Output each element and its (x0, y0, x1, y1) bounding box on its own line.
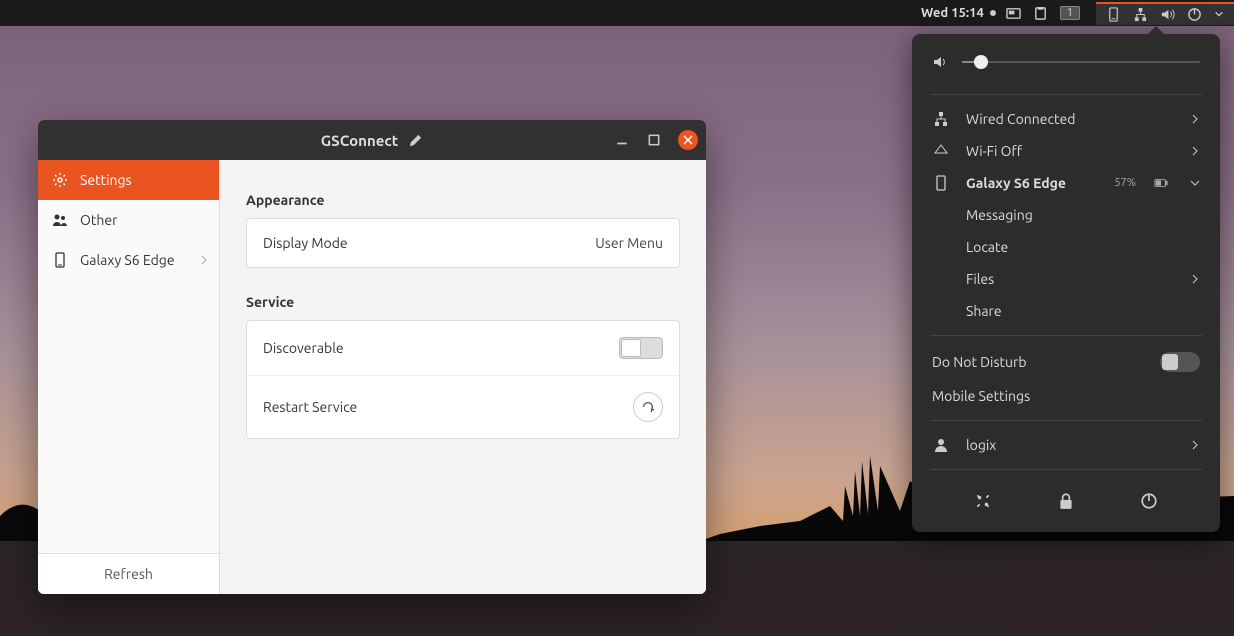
service-heading: Service (246, 294, 680, 310)
minimize-icon (615, 133, 629, 147)
dnd-row: Do Not Disturb (912, 344, 1220, 380)
restart-service-row: Restart Service (247, 375, 679, 438)
sidebar-label: Settings (80, 172, 132, 188)
separator (930, 335, 1202, 336)
volume-slider-row (912, 44, 1220, 86)
dnd-toggle[interactable] (1160, 352, 1200, 372)
wired-label: Wired Connected (966, 111, 1174, 127)
phone-icon (52, 252, 68, 268)
wifi-off-icon (933, 143, 949, 159)
clock-text: Wed 15:14 (921, 6, 984, 20)
discoverable-toggle[interactable] (619, 337, 663, 359)
share-label: Share (966, 303, 1200, 319)
service-card: Discoverable Restart Service (246, 320, 680, 439)
device-files[interactable]: Files (912, 263, 1220, 295)
separator (930, 420, 1202, 421)
locate-label: Locate (966, 239, 1200, 255)
quick-actions (912, 478, 1220, 514)
volume-slider[interactable] (962, 61, 1200, 63)
sidebar-label: Galaxy S6 Edge (80, 252, 175, 268)
display-mode-label: Display Mode (263, 235, 348, 251)
display-mode-row[interactable]: Display Mode User Menu (247, 219, 679, 267)
device-messaging[interactable]: Messaging (912, 199, 1220, 231)
sidebar-item-device[interactable]: Galaxy S6 Edge (38, 240, 219, 280)
discoverable-label: Discoverable (263, 340, 344, 356)
notification-dot-icon (990, 10, 996, 16)
discoverable-row: Discoverable (247, 321, 679, 375)
lock-icon[interactable] (1057, 492, 1075, 510)
wifi-label: Wi-Fi Off (966, 143, 1174, 159)
refresh-button[interactable]: Refresh (38, 553, 219, 594)
dnd-label: Do Not Disturb (932, 354, 1027, 370)
messaging-label: Messaging (966, 207, 1200, 223)
network-wired-icon (1133, 7, 1148, 22)
chevron-right-icon (1190, 143, 1200, 159)
close-icon (683, 135, 693, 145)
chevron-down-icon (1214, 9, 1224, 19)
edit-icon[interactable] (408, 133, 423, 148)
maximize-icon (647, 133, 661, 147)
chevron-right-icon (199, 255, 209, 265)
device-name: Galaxy S6 Edge (966, 175, 1098, 191)
sidebar-item-settings[interactable]: Settings (38, 160, 219, 200)
phone-icon (933, 175, 949, 191)
volume-icon (1160, 7, 1175, 22)
refresh-label: Refresh (104, 566, 153, 582)
minimize-button[interactable] (614, 132, 630, 148)
power-icon (1187, 7, 1202, 22)
top-bar: Wed 15:14 1 (0, 0, 1234, 26)
device-share[interactable]: Share (912, 295, 1220, 327)
sidebar: Settings Other Galaxy S6 Edge Refresh (38, 160, 220, 594)
mobile-settings-label: Mobile Settings (932, 388, 1030, 404)
gear-icon (52, 172, 68, 188)
appearance-card: Display Mode User Menu (246, 218, 680, 268)
restart-label: Restart Service (263, 399, 357, 415)
wired-network-item[interactable]: Wired Connected (912, 103, 1220, 135)
appearance-heading: Appearance (246, 192, 680, 208)
separator (930, 94, 1202, 95)
people-icon (52, 212, 68, 228)
volume-icon (932, 54, 948, 70)
separator (930, 469, 1202, 470)
display-mode-value: User Menu (595, 235, 663, 251)
maximize-button[interactable] (646, 132, 662, 148)
network-wired-icon (933, 111, 949, 127)
chevron-right-icon (1190, 111, 1200, 127)
files-label: Files (966, 271, 1174, 287)
user-item[interactable]: logix (912, 429, 1220, 461)
system-tray: 1 (1006, 5, 1226, 22)
restart-button[interactable] (633, 392, 663, 422)
battery-icon (1154, 178, 1168, 188)
settings-icon[interactable] (974, 492, 992, 510)
device-battery: 57% (1114, 177, 1136, 189)
gsconnect-window: GSConnect Settings Other Galaxy S6 Edge (38, 120, 706, 594)
refresh-icon (641, 400, 655, 414)
system-menu: Wired Connected Wi-Fi Off Galaxy S6 Edge… (912, 34, 1220, 532)
clock[interactable]: Wed 15:14 (921, 6, 996, 20)
chevron-right-icon (1190, 271, 1200, 287)
user-icon (933, 437, 949, 453)
close-button[interactable] (678, 130, 698, 150)
content-pane: Appearance Display Mode User Menu Servic… (220, 160, 706, 594)
workspace-indicator[interactable]: 1 (1060, 6, 1080, 20)
clipboard-icon[interactable] (1033, 6, 1048, 21)
device-item[interactable]: Galaxy S6 Edge 57% (912, 167, 1220, 199)
screenshot-icon[interactable] (1006, 6, 1021, 21)
status-area[interactable] (1096, 2, 1234, 25)
wifi-item[interactable]: Wi-Fi Off (912, 135, 1220, 167)
chevron-down-icon (1190, 175, 1200, 191)
chevron-right-icon (1190, 437, 1200, 453)
sidebar-label: Other (80, 212, 117, 228)
sidebar-item-other[interactable]: Other (38, 200, 219, 240)
mobile-settings[interactable]: Mobile Settings (912, 380, 1220, 412)
user-name: logix (966, 437, 1174, 453)
device-locate[interactable]: Locate (912, 231, 1220, 263)
phone-connected-icon (1106, 7, 1121, 22)
power-icon[interactable] (1140, 492, 1158, 510)
window-title: GSConnect (321, 132, 398, 149)
titlebar[interactable]: GSConnect (38, 120, 706, 160)
